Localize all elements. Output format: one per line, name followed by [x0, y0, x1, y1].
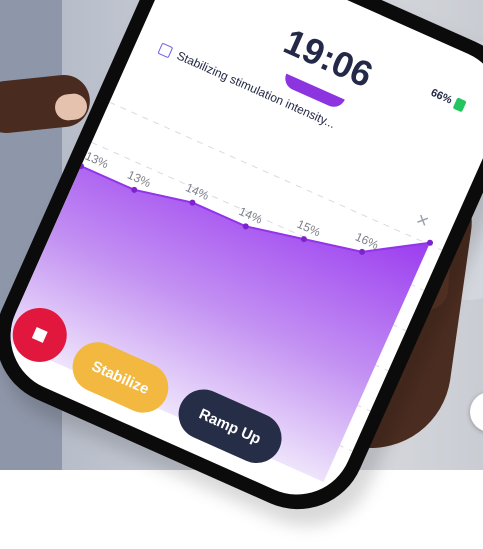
data-label: 14% [184, 180, 212, 203]
partial-round-button[interactable] [470, 392, 483, 432]
stop-icon [31, 327, 48, 343]
info-icon [157, 42, 174, 59]
status-time: 19:06 [277, 20, 379, 96]
data-label: 15% [295, 217, 323, 240]
